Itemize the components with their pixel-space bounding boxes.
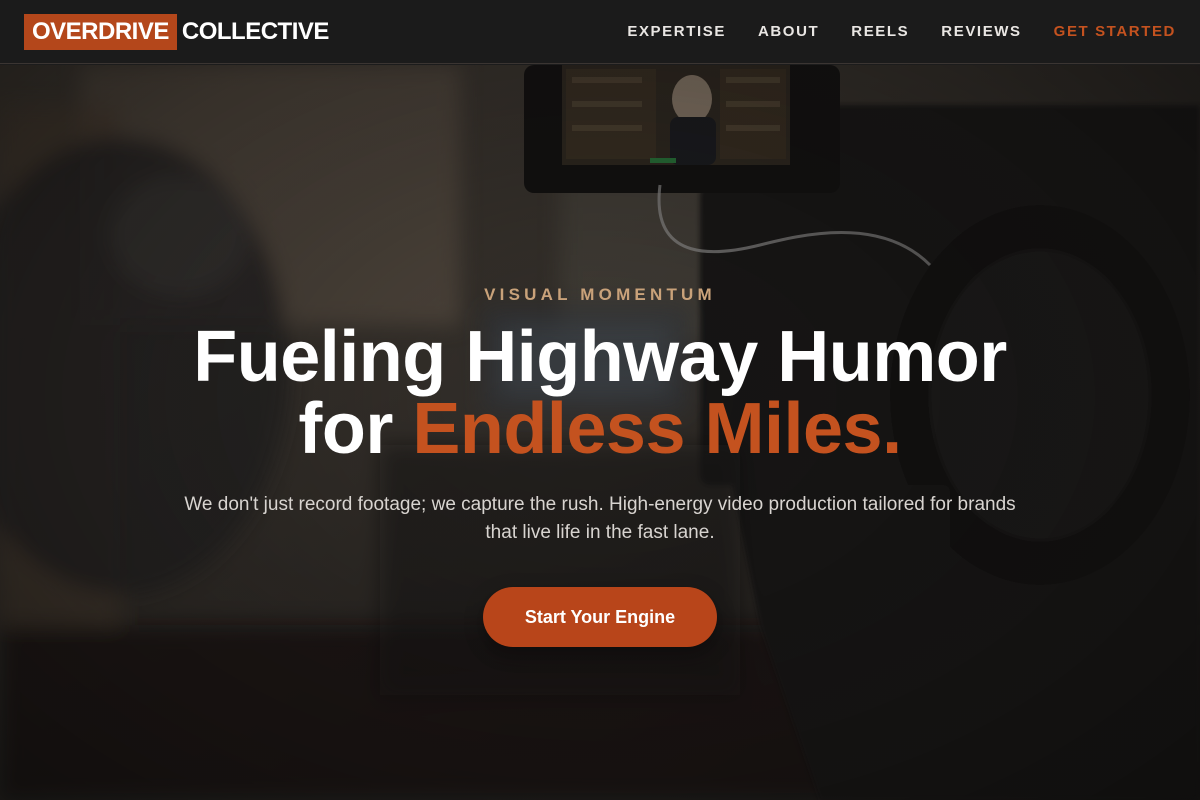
nav-link-reviews[interactable]: REVIEWS [941, 23, 1021, 40]
hero-eyebrow: VISUAL MOMENTUM [484, 285, 716, 304]
headline-accent: Endless Miles. [412, 389, 902, 469]
brand-logo[interactable]: OVERDRIVE COLLECTIVE [24, 13, 330, 50]
site-header: OVERDRIVE COLLECTIVE EXPERTISE ABOUT REE… [0, 0, 1200, 64]
nav-link-about[interactable]: ABOUT [758, 23, 819, 40]
nav-link-expertise[interactable]: EXPERTISE [627, 23, 726, 40]
hero-content: VISUAL MOMENTUM Fueling Highway Humor fo… [0, 65, 1200, 800]
nav-link-get-started[interactable]: GET STARTED [1054, 23, 1176, 40]
headline-line-2-prefix: for [298, 389, 413, 469]
start-engine-button[interactable]: Start Your Engine [483, 587, 717, 647]
nav-link-reels[interactable]: REELS [851, 23, 909, 40]
hero-subtext: We don't just record footage; we capture… [184, 494, 1016, 543]
main-nav: EXPERTISE ABOUT REELS REVIEWS GET STARTE… [595, 23, 1176, 40]
headline-line-1: Fueling Highway Humor [193, 317, 1007, 397]
logo-highlight: OVERDRIVE [24, 13, 177, 50]
hero-section: VISUAL MOMENTUM Fueling Highway Humor fo… [0, 65, 1200, 800]
hero-headline: Fueling Highway Humor for Endless Miles. [0, 321, 1200, 465]
logo-text: COLLECTIVE [181, 17, 330, 45]
